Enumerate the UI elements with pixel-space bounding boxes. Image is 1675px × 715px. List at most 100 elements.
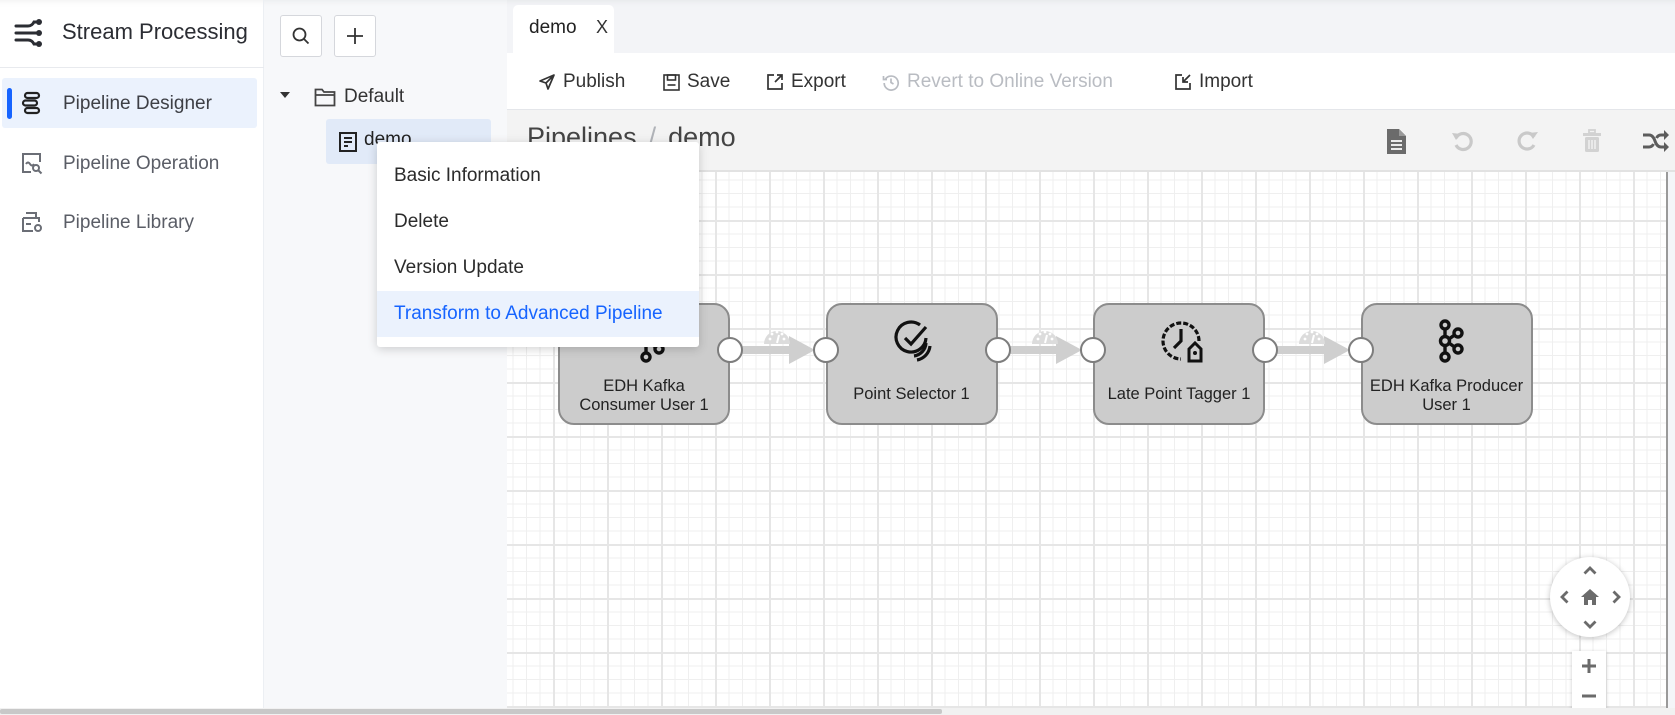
home-button[interactable] <box>1578 586 1602 608</box>
pipeline-edge[interactable] <box>741 346 789 354</box>
import-icon <box>1175 74 1191 90</box>
nav-item-label: Pipeline Library <box>63 212 194 233</box>
folder-icon <box>314 88 336 107</box>
pipeline-edge[interactable] <box>1276 346 1324 354</box>
publish-label: Publish <box>563 71 626 92</box>
export-icon <box>767 74 783 90</box>
history-icon <box>882 75 899 91</box>
gauge-icon[interactable] <box>1031 327 1059 345</box>
pipeline-toolbar: Publish Save Export Revert to Online Ver… <box>507 53 1675 110</box>
edge-arrow-icon <box>1056 336 1082 364</box>
auto-layout-button[interactable] <box>1641 126 1671 156</box>
pan-control <box>1550 557 1630 637</box>
revert-label: Revert to Online Version <box>907 71 1113 92</box>
horizontal-scrollbar[interactable] <box>0 708 1675 715</box>
zoom-in-button[interactable] <box>1572 651 1606 681</box>
kafka-producer-icon <box>1427 319 1471 363</box>
brand-header: Stream Processing <box>0 0 264 68</box>
nav-item-label: Pipeline Operation <box>63 153 220 174</box>
shuffle-icon <box>1643 130 1669 152</box>
menu-item-delete[interactable]: Delete <box>377 199 699 245</box>
input-port[interactable] <box>1080 337 1106 363</box>
left-nav: Stream Processing Pipeline Designer Pipe… <box>0 0 264 715</box>
pipeline-designer-icon <box>21 91 41 115</box>
export-button[interactable]: Export <box>766 70 846 94</box>
pipeline-operation-icon <box>22 153 43 175</box>
zoom-out-button[interactable] <box>1572 681 1606 711</box>
input-port[interactable] <box>1347 337 1374 363</box>
chevron-up-icon <box>1583 565 1597 574</box>
node-label: EDH Kafka Producer User 1 <box>1369 377 1524 414</box>
undo-button[interactable] <box>1447 126 1477 156</box>
import-label: Import <box>1199 71 1253 92</box>
gauge-icon[interactable] <box>1298 327 1326 345</box>
search-button[interactable] <box>280 15 322 57</box>
nav-item-label: Pipeline Designer <box>63 93 212 114</box>
chevron-right-icon <box>1612 590 1621 604</box>
search-icon <box>292 27 310 45</box>
tab-demo[interactable]: demo X <box>513 5 614 53</box>
main-area: demo X Publish Save Export Revert to Onl… <box>507 0 1675 715</box>
app-root: Stream Processing Pipeline Designer Pipe… <box>0 0 1675 715</box>
edge-arrow-icon <box>1323 336 1350 364</box>
redo-button[interactable] <box>1513 126 1543 156</box>
output-port[interactable] <box>1252 337 1278 363</box>
pipeline-edge[interactable] <box>1008 346 1056 354</box>
nav-item-pipeline-operation[interactable]: Pipeline Operation <box>2 138 257 188</box>
context-menu: Basic Information Delete Version Update … <box>377 142 699 347</box>
document-view-button[interactable] <box>1381 126 1411 156</box>
output-port[interactable] <box>984 337 1011 363</box>
pipeline-node[interactable]: EDH Kafka Producer User 1 <box>1360 303 1533 425</box>
undo-icon <box>1452 131 1473 152</box>
app-title: Stream Processing <box>62 19 248 44</box>
chevron-down-icon <box>1583 620 1597 629</box>
node-label: Late Point Tagger 1 <box>1107 385 1251 403</box>
revert-button[interactable]: Revert to Online Version <box>882 70 1113 94</box>
chevron-left-icon <box>1559 590 1568 604</box>
menu-item-version-update[interactable]: Version Update <box>377 245 699 291</box>
tab-label: demo <box>529 17 577 38</box>
close-icon[interactable]: X <box>596 17 608 38</box>
pipeline-library-icon <box>22 212 42 232</box>
scrollbar-thumb[interactable] <box>0 709 942 714</box>
pan-left-button[interactable] <box>1555 587 1573 607</box>
stream-flow-icon <box>14 19 42 47</box>
save-icon <box>663 73 680 91</box>
node-label: EDH Kafka Consumer User 1 <box>579 377 709 414</box>
menu-item-transform-advanced[interactable]: Transform to Advanced Pipeline <box>377 291 699 337</box>
home-icon <box>1581 589 1599 605</box>
zoom-out-icon <box>1582 694 1596 698</box>
delete-button[interactable] <box>1577 126 1607 156</box>
pipeline-node[interactable]: Late Point Tagger 1 <box>1093 303 1265 425</box>
pan-down-button[interactable] <box>1580 615 1600 633</box>
late-point-tagger-icon <box>1159 319 1203 363</box>
caret-down-icon[interactable] <box>280 92 290 98</box>
menu-item-basic-information[interactable]: Basic Information <box>377 153 699 199</box>
add-pipeline-button[interactable] <box>334 15 376 57</box>
plus-icon <box>347 28 363 44</box>
import-button[interactable]: Import <box>1174 70 1253 94</box>
edge-arrow-icon <box>788 336 815 364</box>
document-icon <box>339 132 357 152</box>
pan-up-button[interactable] <box>1580 561 1600 579</box>
node-label: Point Selector 1 <box>853 385 970 403</box>
pipeline-node[interactable]: Point Selector 1 <box>825 303 998 425</box>
save-label: Save <box>687 71 731 92</box>
save-button[interactable]: Save <box>663 70 730 94</box>
input-port[interactable] <box>812 337 839 363</box>
gauge-icon[interactable] <box>763 327 791 345</box>
publish-button[interactable]: Publish <box>538 70 625 94</box>
folder-label: Default <box>344 86 405 107</box>
pan-right-button[interactable] <box>1607 587 1625 607</box>
tab-bar: demo X <box>507 0 1675 53</box>
trash-icon <box>1583 129 1601 152</box>
tree-folder-default[interactable]: Default <box>314 82 404 112</box>
redo-icon <box>1517 131 1538 151</box>
output-port[interactable] <box>717 337 743 363</box>
nav-item-pipeline-library[interactable]: Pipeline Library <box>2 197 257 247</box>
point-selector-icon <box>892 319 936 363</box>
zoom-control <box>1572 651 1606 711</box>
nav-item-pipeline-designer[interactable]: Pipeline Designer <box>2 78 257 128</box>
export-label: Export <box>791 71 846 92</box>
zoom-in-icon <box>1582 659 1596 673</box>
